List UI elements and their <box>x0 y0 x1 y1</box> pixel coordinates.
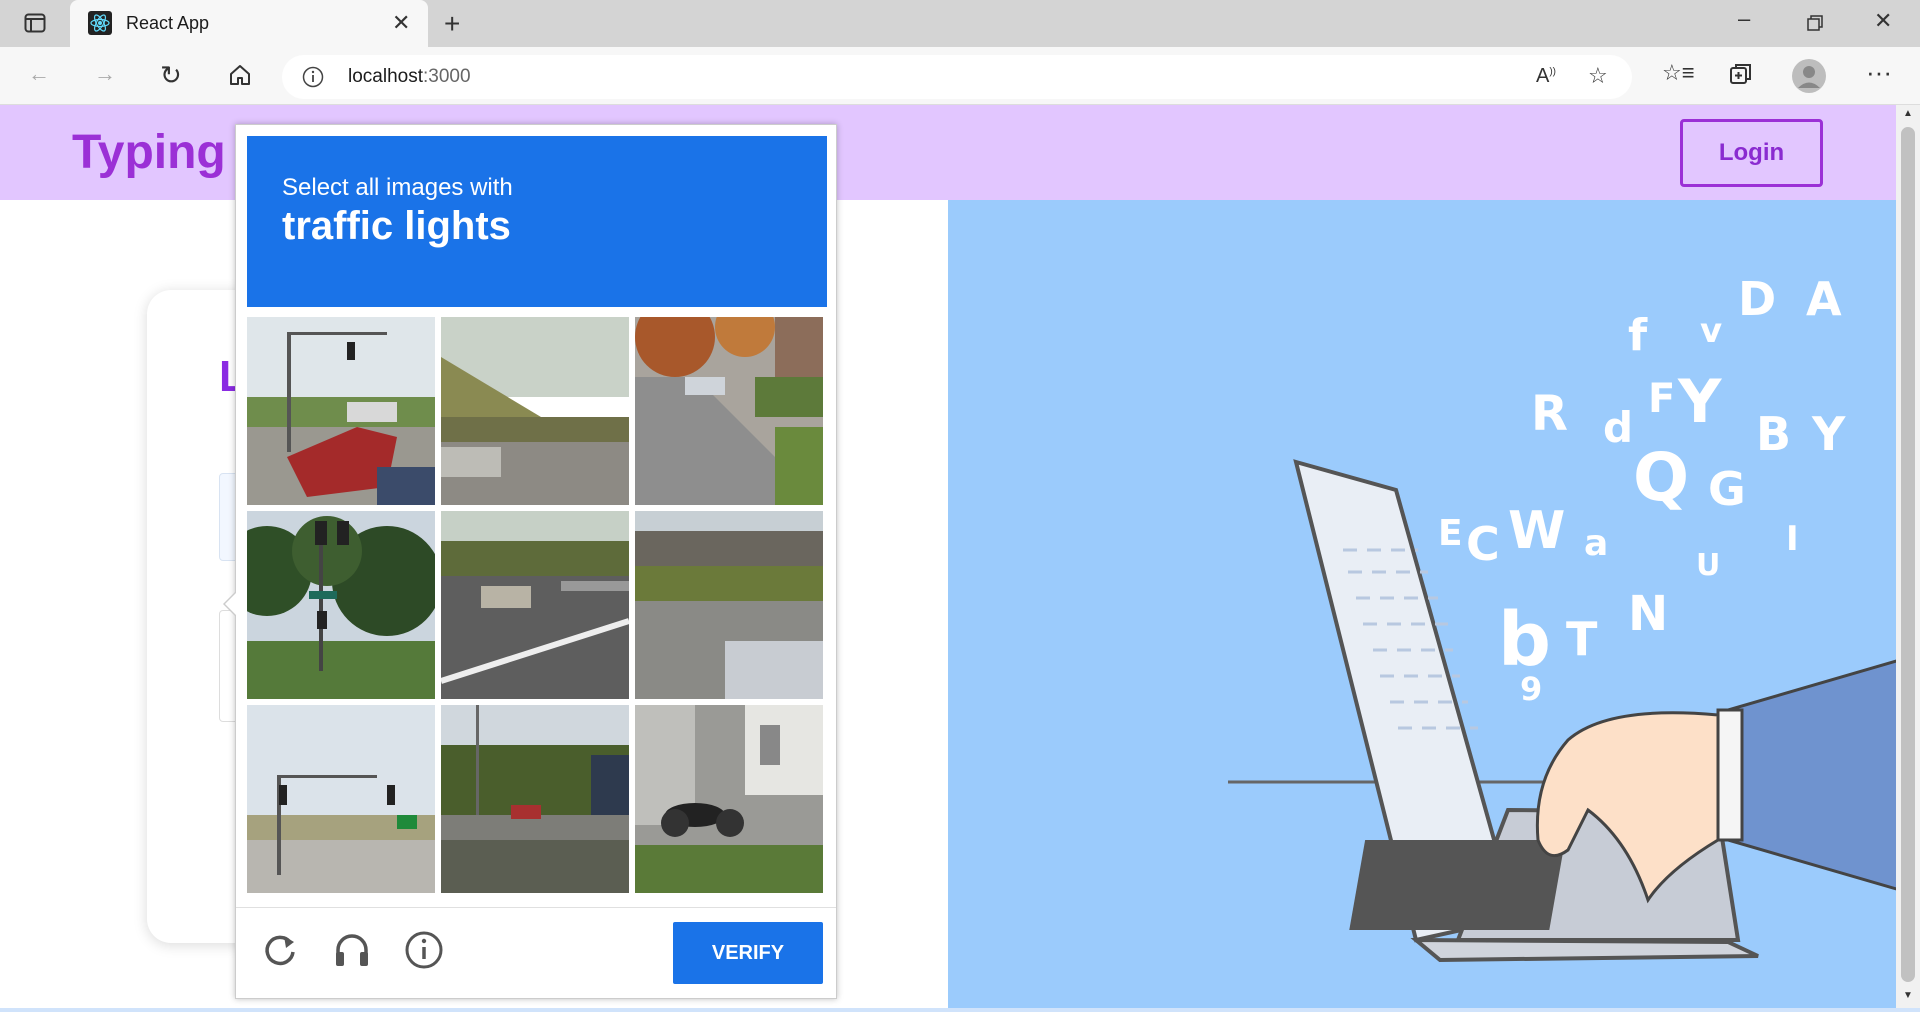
svg-text:D: D <box>1738 272 1776 326</box>
collections-icon[interactable] <box>1728 61 1754 91</box>
svg-text:R: R <box>1531 386 1568 442</box>
svg-text:G: G <box>1708 462 1746 516</box>
captcha-tile[interactable] <box>635 317 823 505</box>
back-icon[interactable]: ← <box>28 63 50 85</box>
captcha-tile[interactable] <box>441 317 629 505</box>
svg-text:9: 9 <box>1520 670 1542 708</box>
svg-text:B: B <box>1756 407 1791 461</box>
captcha-tile[interactable] <box>635 705 823 893</box>
svg-text:F: F <box>1648 376 1675 422</box>
url-port: :3000 <box>423 66 471 87</box>
captcha-header: Select all images with traffic lights <box>247 136 827 307</box>
captcha-footer: VERIFY <box>236 907 836 999</box>
close-window-icon[interactable]: ✕ <box>1874 10 1892 32</box>
svg-text:f: f <box>1628 310 1648 361</box>
reload-icon[interactable] <box>260 930 306 976</box>
react-logo-icon <box>88 11 112 39</box>
captcha-tile[interactable] <box>247 317 435 505</box>
address-bar[interactable]: localhost:3000 A)) ☆ <box>282 55 1632 99</box>
login-button[interactable]: Login <box>1680 119 1823 187</box>
svg-text:v: v <box>1700 311 1722 351</box>
browser-toolbar: ← → ↻ localhost:3000 A)) ☆ ☆≡ ··· <box>0 47 1920 105</box>
svg-text:Y: Y <box>1811 407 1846 461</box>
captcha-tile[interactable] <box>247 705 435 893</box>
tab-title: React App <box>126 13 210 33</box>
svg-text:E: E <box>1438 513 1463 554</box>
new-tab-icon[interactable]: + <box>444 10 460 38</box>
svg-text:N: N <box>1628 586 1668 642</box>
captcha-image-grid <box>247 317 827 897</box>
scroll-down-icon[interactable]: ▼ <box>1903 991 1913 1001</box>
info-icon[interactable] <box>404 930 450 976</box>
audio-challenge-icon[interactable] <box>332 930 378 976</box>
svg-text:I: I <box>1786 519 1799 559</box>
captcha-tile[interactable] <box>635 511 823 699</box>
page-scrollbar[interactable]: ▲ ▼ <box>1896 105 1920 1008</box>
refresh-icon[interactable]: ↻ <box>160 62 182 88</box>
captcha-tile[interactable] <box>441 705 629 893</box>
svg-text:C: C <box>1466 517 1500 571</box>
svg-text:T: T <box>1566 612 1598 666</box>
tab-react-app[interactable]: React App ✕ <box>70 0 428 47</box>
url-host: localhost <box>348 66 423 87</box>
profile-avatar-icon[interactable] <box>1792 59 1826 97</box>
read-aloud-icon[interactable]: A)) <box>1536 66 1556 86</box>
url-text: localhost:3000 <box>348 66 471 88</box>
svg-text:Y: Y <box>1677 367 1723 437</box>
minimize-icon[interactable]: – <box>1738 8 1750 30</box>
svg-text:U: U <box>1696 548 1720 583</box>
captcha-tile[interactable] <box>441 511 629 699</box>
more-options-icon[interactable]: ··· <box>1866 59 1892 85</box>
restore-icon[interactable] <box>1806 14 1824 36</box>
site-info-icon[interactable] <box>302 66 324 92</box>
svg-text:Q: Q <box>1633 439 1689 516</box>
svg-text:a: a <box>1584 523 1608 564</box>
svg-text:d: d <box>1603 403 1633 452</box>
add-favorite-icon[interactable]: ☆ <box>1588 65 1608 87</box>
browser-tab-bar: React App ✕ + – ✕ <box>0 0 1920 47</box>
bottom-strip <box>0 1008 1920 1012</box>
captcha-pointer <box>223 591 237 617</box>
close-tab-icon[interactable]: ✕ <box>392 10 410 36</box>
favorites-icon[interactable]: ☆≡ <box>1662 62 1695 84</box>
hero-illustration: DA fv YF Rd BY QG EC Wa IU Nb T9 <box>948 200 1900 1008</box>
scrollbar-thumb[interactable] <box>1901 127 1915 982</box>
captcha-tile[interactable] <box>247 511 435 699</box>
typing-laptop-illustration: DA fv YF Rd BY QG EC Wa IU Nb T9 <box>1228 272 1900 963</box>
svg-text:A: A <box>1806 272 1842 326</box>
scroll-up-icon[interactable]: ▲ <box>1903 109 1913 119</box>
tab-actions-icon[interactable] <box>24 12 46 38</box>
forward-icon[interactable]: → <box>94 63 116 85</box>
brand-title: Typing <box>72 126 226 179</box>
svg-text:W: W <box>1508 501 1565 561</box>
captcha-dialog: Select all images with traffic lights VE… <box>223 124 837 999</box>
captcha-instruction: Select all images with <box>282 174 513 201</box>
home-icon[interactable] <box>228 63 252 91</box>
verify-button[interactable]: VERIFY <box>673 922 823 984</box>
captcha-target: traffic lights <box>282 204 511 248</box>
